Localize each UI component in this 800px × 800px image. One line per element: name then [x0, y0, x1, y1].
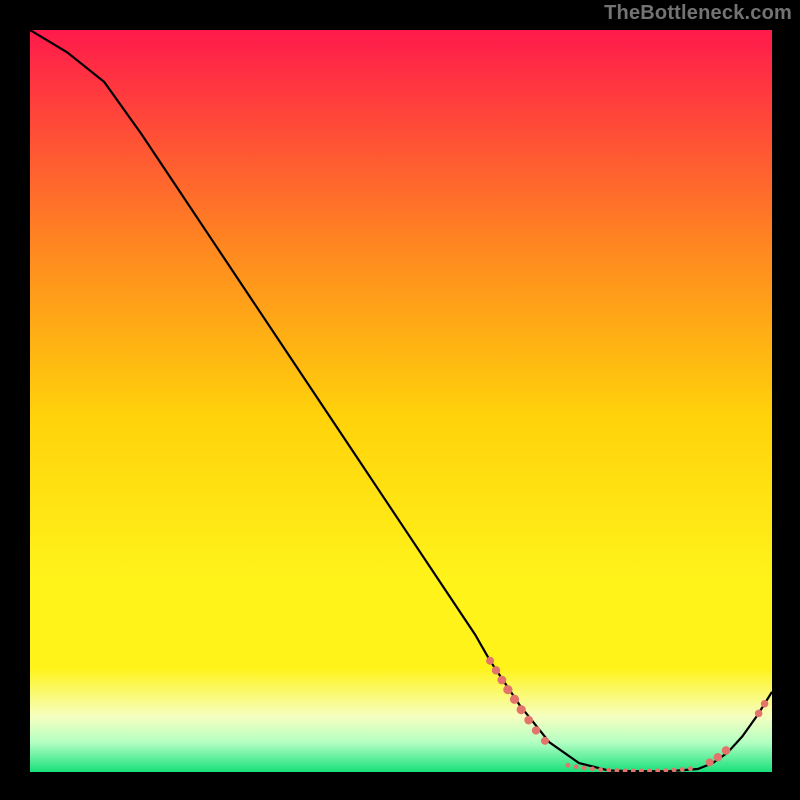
marker-dot — [761, 700, 769, 708]
marker-dot — [574, 764, 579, 769]
marker-dot — [672, 768, 677, 772]
marker-dot — [706, 758, 714, 766]
marker-dot — [510, 695, 519, 704]
marker-dot — [503, 685, 512, 694]
marker-dot — [486, 657, 494, 665]
marker-dot — [663, 768, 668, 772]
marker-dot — [498, 676, 507, 685]
bottleneck-curve — [30, 30, 772, 771]
marker-dot — [590, 766, 595, 771]
marker-dot — [615, 768, 620, 772]
marker-dot — [582, 766, 587, 771]
marker-dot — [755, 710, 763, 718]
chart-svg — [30, 30, 772, 772]
plot-area — [30, 30, 772, 772]
marker-dot — [647, 769, 652, 772]
marker-dot — [623, 768, 628, 772]
marker-dot — [532, 726, 540, 734]
marker-dot — [688, 766, 693, 771]
watermark-text: TheBottleneck.com — [604, 2, 792, 25]
marker-dot — [655, 768, 660, 772]
marker-dot — [541, 737, 549, 745]
marker-dot — [714, 753, 722, 761]
marker-dot — [631, 768, 636, 772]
marker-dot — [598, 767, 603, 772]
chart-frame: TheBottleneck.com — [0, 0, 800, 800]
marker-dot — [566, 763, 571, 768]
marker-dot — [722, 746, 731, 755]
marker-dot — [680, 767, 685, 772]
marker-dot — [492, 666, 500, 674]
marker-dot — [517, 705, 526, 714]
marker-dot — [606, 768, 611, 772]
marker-dot — [524, 716, 533, 725]
marker-dot — [639, 769, 644, 772]
